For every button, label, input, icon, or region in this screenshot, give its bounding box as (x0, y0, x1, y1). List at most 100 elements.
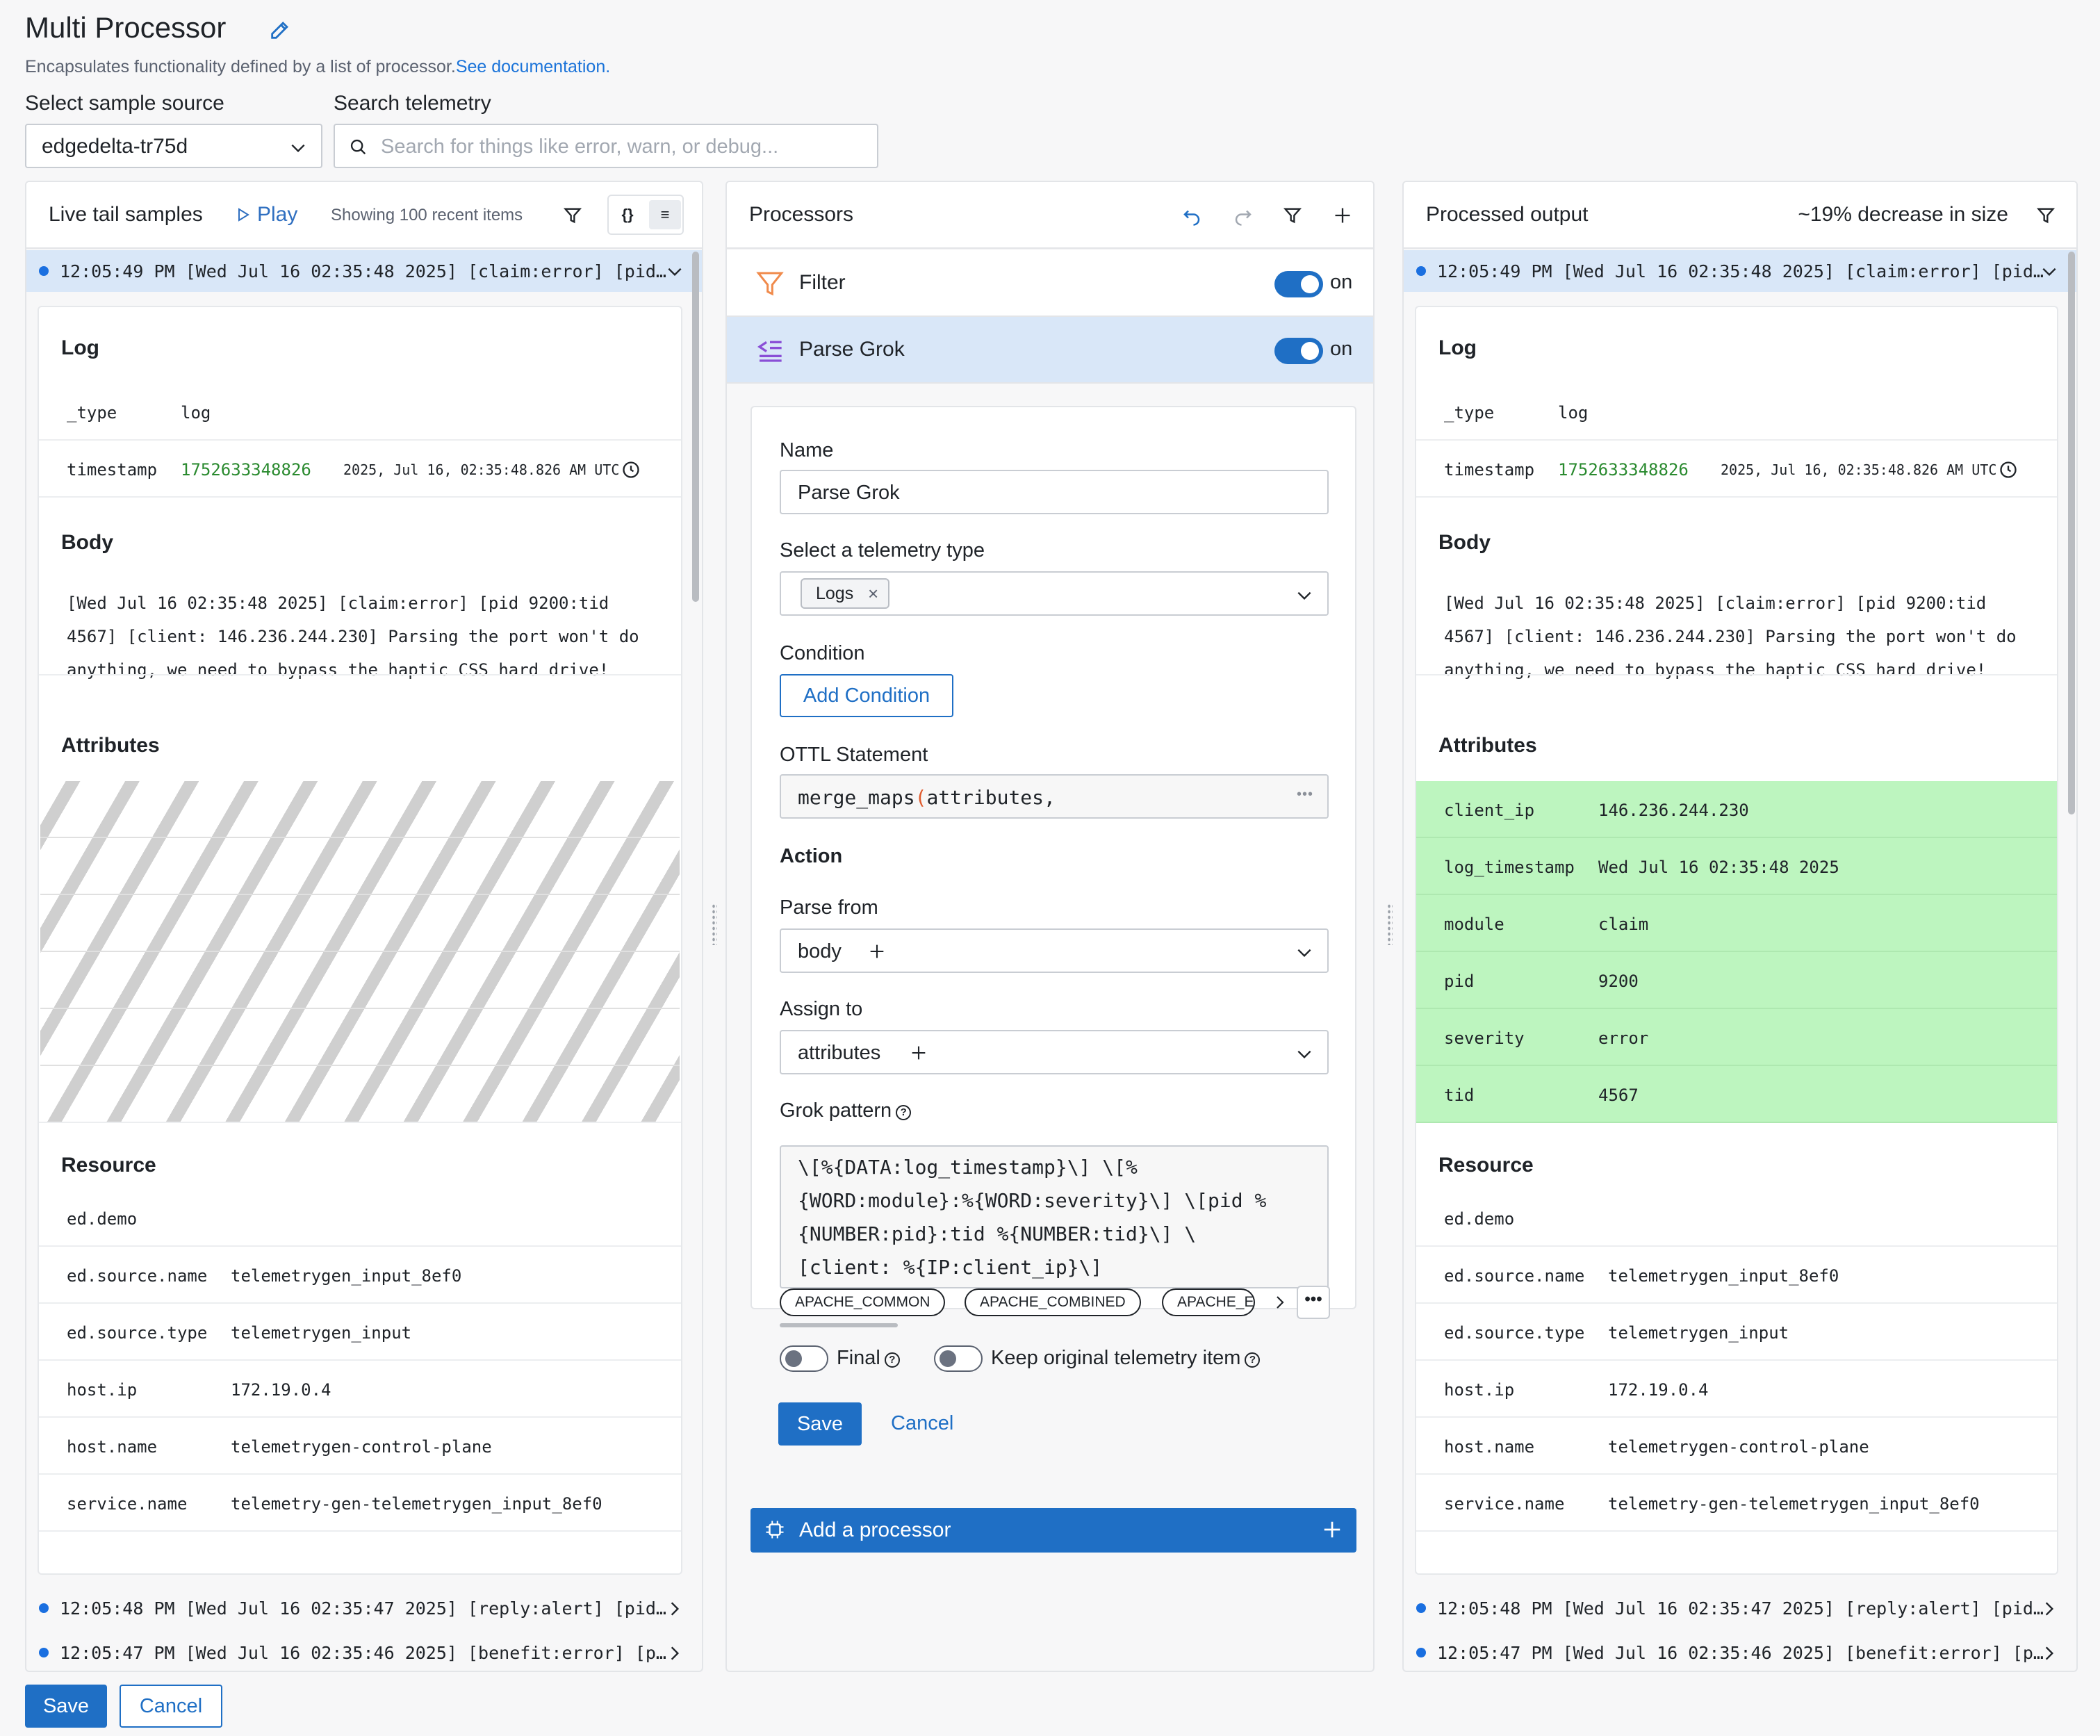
clock-icon[interactable] (621, 460, 641, 480)
resource-value: 172.19.0.4 (1608, 1380, 1709, 1400)
resource-value: telemetrygen-control-plane (1608, 1437, 1869, 1457)
resize-handle-left[interactable] (712, 903, 717, 945)
divider (1416, 674, 2057, 675)
telemetry-type-label: Select a telemetry type (780, 539, 985, 562)
processor-name: Filter (799, 271, 846, 294)
help-icon[interactable]: ? (1245, 1352, 1261, 1368)
processor-cancel-button[interactable]: Cancel (891, 1412, 953, 1435)
undo-icon[interactable] (1181, 206, 1202, 227)
filter-icon[interactable] (1283, 206, 1302, 225)
resource-key: ed.source.name (1444, 1266, 1585, 1286)
log-row[interactable]: 12:05:48 PM [Wed Jul 16 02:35:47 2025] [… (26, 1587, 702, 1629)
filter-icon[interactable] (563, 206, 582, 225)
json-view-button[interactable]: {} (612, 200, 643, 229)
resource-row: ed.source.name telemetrygen_input_8ef0 (1416, 1247, 2057, 1304)
timestamp-value: 1752633348826 (181, 460, 311, 480)
plus-icon[interactable] (867, 942, 887, 961)
processor-item-filter[interactable]: Filter on (727, 250, 1373, 317)
play-button[interactable]: Play (235, 203, 297, 227)
search-telemetry-label: Search telemetry (334, 92, 491, 115)
pattern-tag[interactable]: APACHE_ERROR (1162, 1288, 1255, 1316)
keep-original-label: Keep original telemetry item? (991, 1347, 1261, 1370)
divider (39, 674, 681, 675)
status-dot (39, 1648, 49, 1657)
name-label: Name (780, 439, 834, 461)
pattern-tag[interactable]: APACHE_COMMON (780, 1288, 946, 1316)
log-row-text: 12:05:48 PM [Wed Jul 16 02:35:47 2025] [… (60, 1598, 666, 1619)
list-view-button[interactable]: ≡ (649, 200, 681, 229)
resize-handle-right[interactable] (1387, 903, 1393, 945)
pattern-scrollbar[interactable] (780, 1323, 898, 1327)
grok-line: \[%{DATA:log_timestamp}\] \[% (798, 1156, 1138, 1179)
search-icon (350, 139, 366, 155)
output-row-text: 12:05:47 PM [Wed Jul 16 02:35:46 2025] [… (1437, 1643, 2044, 1663)
grok-line: [client: %{IP:client_ip}\] (798, 1256, 1103, 1279)
help-icon[interactable]: ? (896, 1105, 912, 1120)
edit-pencil-icon[interactable] (268, 18, 292, 42)
action-label: Action (780, 845, 843, 867)
processor-toggle[interactable] (1274, 271, 1323, 297)
cancel-button[interactable]: Cancel (120, 1685, 222, 1728)
processors-panel: Processors Filter on Parse Grok on Name … (725, 181, 1375, 1672)
processor-item-parse-grok[interactable]: Parse Grok on (727, 317, 1373, 384)
resource-row: ed.demo (1416, 1190, 2057, 1247)
more-icon[interactable]: ••• (1297, 787, 1313, 803)
output-row[interactable]: 12:05:48 PM [Wed Jul 16 02:35:47 2025] [… (1404, 1587, 2076, 1629)
name-input[interactable]: Parse Grok (780, 470, 1329, 514)
grok-line: {WORD:module}:%{WORD:severity}\] \[pid % (798, 1189, 1267, 1212)
help-icon[interactable]: ? (884, 1352, 900, 1368)
redo-icon[interactable] (1233, 206, 1254, 227)
resource-key: service.name (67, 1494, 188, 1514)
search-telemetry-input[interactable] (381, 133, 853, 160)
chevron-right-icon[interactable] (1272, 1294, 1288, 1311)
output-row-selected[interactable]: 12:05:49 PM [Wed Jul 16 02:35:48 2025] [… (1404, 250, 2076, 292)
log-row[interactable]: 12:05:47 PM [Wed Jul 16 02:35:46 2025] [… (26, 1632, 702, 1671)
processors-title: Processors (749, 203, 854, 226)
plus-icon[interactable] (909, 1043, 928, 1063)
ottl-paren: ( (914, 786, 927, 809)
status-dot (39, 266, 49, 276)
chevron-right-icon (2045, 1602, 2054, 1616)
add-processor-button[interactable]: Add a processor (750, 1508, 1356, 1553)
add-condition-button[interactable]: Add Condition (780, 674, 953, 717)
resource-section-title: Resource (1438, 1154, 1534, 1177)
log-section-title: Log (61, 336, 99, 359)
showing-count: Showing 100 recent items (331, 206, 523, 224)
telemetry-type-select[interactable]: Logs × (780, 571, 1329, 616)
attribute-row-added: severity error (1416, 1009, 2057, 1066)
keep-original-toggle[interactable] (934, 1345, 983, 1372)
save-button[interactable]: Save (25, 1685, 107, 1728)
resource-section-title: Resource (61, 1154, 156, 1177)
ottl-statement-input[interactable]: merge_maps(attributes, ••• (780, 774, 1329, 819)
processor-name: Parse Grok (799, 338, 905, 361)
search-telemetry-box (334, 124, 878, 168)
timestamp-value: 1752633348826 (1558, 460, 1689, 480)
assign-to-select[interactable]: attributes (780, 1030, 1329, 1074)
assign-to-value: attributes (798, 1042, 881, 1064)
parse-from-label: Parse from (780, 896, 878, 919)
more-patterns-button[interactable]: ••• (1297, 1286, 1330, 1319)
plus-icon (1324, 1521, 1340, 1538)
resource-key: ed.source.type (67, 1323, 208, 1343)
resource-key: ed.demo (1444, 1209, 1515, 1229)
sample-source-select[interactable]: edgedelta-tr75d (25, 124, 322, 168)
resource-key: ed.source.name (67, 1266, 208, 1286)
filter-icon[interactable] (2036, 206, 2056, 225)
parse-from-select[interactable]: body (780, 928, 1329, 973)
processor-toggle[interactable] (1274, 338, 1323, 364)
documentation-link[interactable]: See documentation. (456, 57, 610, 76)
remove-chip-icon[interactable]: × (868, 580, 878, 607)
processor-save-button[interactable]: Save (778, 1402, 862, 1446)
output-detail-card: Log _type log timestamp 1752633348826 20… (1415, 306, 2058, 1575)
scrollbar[interactable] (2068, 252, 2075, 814)
resource-value: telemetrygen_input (231, 1323, 412, 1343)
log-row-selected[interactable]: 12:05:49 PM [Wed Jul 16 02:35:48 2025] [… (26, 250, 702, 292)
add-icon[interactable] (1333, 206, 1352, 225)
final-toggle[interactable] (780, 1345, 828, 1372)
grok-pattern-input[interactable]: \[%{DATA:log_timestamp}\] \[% {WORD:modu… (780, 1145, 1329, 1288)
pattern-tag[interactable]: APACHE_COMBINED (965, 1288, 1141, 1316)
output-row[interactable]: 12:05:47 PM [Wed Jul 16 02:35:46 2025] [… (1404, 1632, 2076, 1671)
resource-row: ed.source.type telemetrygen_input (1416, 1304, 2057, 1361)
scrollbar[interactable] (692, 252, 699, 602)
clock-icon[interactable] (1999, 460, 2018, 480)
